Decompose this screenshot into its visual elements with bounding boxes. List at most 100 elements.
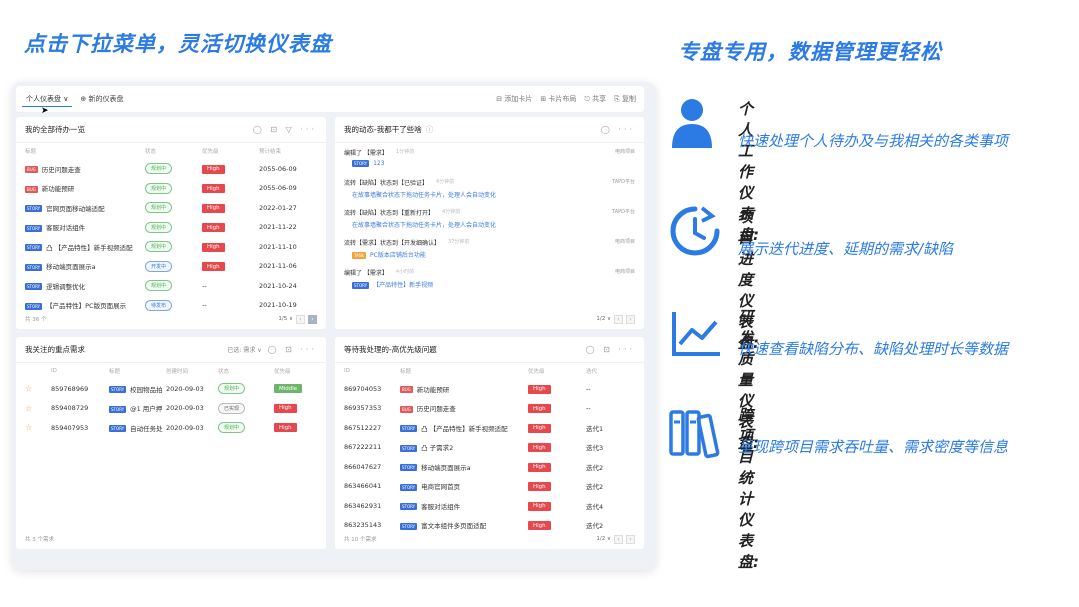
priority-badge: High <box>202 164 225 174</box>
task-title-cell: STORY 官网页面移动端适配 <box>25 203 145 213</box>
due-date: 2021-11-10 <box>259 242 297 251</box>
table-row[interactable]: STORY 移动端页面展示a 开发中 High 2021-11-06 <box>16 257 326 277</box>
card-layout-button[interactable]: ⊞ 卡片布局 <box>540 94 576 104</box>
prev-page-button[interactable]: ‹ <box>296 314 305 324</box>
activity-item[interactable]: 流转【缺陷】状态到【已验证】 4分钟前 TAPD平台 在故事墙聚合状态下拖动任务卡片，… <box>335 175 644 205</box>
table-row[interactable]: BUG 新功能预研 规划中 High 2055-06-09 <box>16 179 326 199</box>
star-icon[interactable]: ☆ <box>25 423 51 432</box>
table-row[interactable]: 863462931 STORY 客服对话组件 High 迭代4 <box>335 496 644 516</box>
table-row[interactable]: 867222211 STORY 凸 子需求2 High 迭代3 <box>335 438 644 458</box>
task-title[interactable]: 官网页面移动端适配 <box>46 205 105 213</box>
table-row[interactable]: ☆ 859407953 STORY 自动任务处 2020-09-03 规划中 High <box>16 418 326 438</box>
activity-target-text[interactable]: 在故事墙聚合状态下拖动任务卡片，处理人会自动变化 <box>352 222 496 229</box>
task-title[interactable]: 客服对话组件 <box>46 224 85 232</box>
focus-filter[interactable]: 已选: 需求 ∨ <box>227 345 261 354</box>
copy-button[interactable]: ⎘ 复制 <box>614 94 636 104</box>
table-row[interactable]: 863466041 STORY 电商官网首页 High 迭代2 <box>335 477 644 497</box>
help-icon[interactable]: ⓘ <box>426 124 434 135</box>
issue-id: 867222211 <box>344 443 382 452</box>
activity-target[interactable]: 在故事墙聚合状态下拖动任务卡片，处理人会自动变化 <box>344 220 635 229</box>
issue-title[interactable]: 历史问题走查 <box>417 405 456 413</box>
next-page-button[interactable]: › <box>626 534 635 544</box>
next-page-button[interactable]: › <box>626 314 635 324</box>
priority-cell: High <box>202 164 259 174</box>
type-tag: BUG <box>400 405 413 413</box>
activity-target-text[interactable]: 【产品特性】新手视频 <box>373 282 433 289</box>
issue-title[interactable]: 凸 【产品特性】新手视频适配 <box>421 425 508 433</box>
status-cell: 规划中 <box>145 241 202 253</box>
issue-title[interactable]: 凸 子需求2 <box>421 444 453 452</box>
issue-title[interactable]: 新功能预研 <box>417 386 450 394</box>
todo-tools-icon[interactable]: ◯ ⊡ ▽ ··· <box>253 125 317 134</box>
status-cell: 规划中 <box>145 221 202 233</box>
star-icon[interactable]: ☆ <box>25 384 51 393</box>
task-title[interactable]: 移动端页面展示a <box>46 263 95 271</box>
task-title[interactable]: 历史问题走查 <box>42 166 81 174</box>
due-date: 2055-06-09 <box>259 184 297 193</box>
activity-page[interactable]: 1/2 ∨ <box>596 316 611 322</box>
activity-time: 37分钟前 <box>448 239 470 245</box>
pending-tools-icon[interactable]: ◯ ⊡ ··· <box>586 345 635 354</box>
share-button[interactable]: ⎋ 共享 <box>584 94 606 104</box>
pending-panel: 等待我处理的-高优先级问题 ◯ ⊡ ··· ID 标题 优先级 迭代 869704… <box>335 337 644 549</box>
table-row[interactable]: STORY 官网页面移动端适配 规划中 High 2022-01-27 <box>16 198 326 218</box>
issue-title[interactable]: 客服对话组件 <box>421 503 460 511</box>
task-title[interactable]: 新功能预研 <box>42 185 75 193</box>
add-card-button[interactable]: ⊟ 添加卡片 <box>496 94 532 104</box>
table-row[interactable]: 869357353 BUG 历史问题走查 High -- <box>335 399 644 419</box>
type-tag: BUG <box>25 185 38 193</box>
todo-page[interactable]: 1/5 ∨ <box>278 316 293 322</box>
priority-badge: High <box>202 262 225 271</box>
item-title[interactable]: 自动任务处 <box>130 425 163 433</box>
issue-id: 869704053 <box>344 384 382 393</box>
activity-target-text[interactable]: 在故事墙聚合状态下拖动任务卡片，处理人会自动变化 <box>352 192 496 199</box>
activity-target[interactable]: TASK PC版本店铺后台功能 <box>344 250 635 259</box>
issue-title[interactable]: 电商官网首页 <box>421 483 460 491</box>
feature-desc: 展示迭代进度、延期的需求/缺陷 <box>738 240 954 258</box>
issue-title-cell: STORY 移动端页面展示a <box>400 462 528 472</box>
left-heading: 点击下拉菜单，灵活切换仪表盘 <box>24 32 332 56</box>
table-row[interactable]: ☆ 859408729 STORY @1 用户押 2020-09-03 已实现 High <box>16 399 326 419</box>
task-title[interactable]: 凸 【产品特性】新手视频适配 <box>46 244 133 252</box>
table-row[interactable]: BUG 历史问题走查 规划中 High 2055-06-09 <box>16 159 326 179</box>
type-tag: STORY <box>25 205 43 213</box>
item-title[interactable]: 校园物品拍 <box>130 386 163 394</box>
dashboard-select[interactable]: 个人仪表盘 ∨ <box>22 92 73 107</box>
focus-tools-icon[interactable]: ◯ ⊡ ··· <box>268 345 317 354</box>
table-row[interactable]: 869704053 BUG 新功能预研 High -- <box>335 379 644 399</box>
activity-target-text[interactable]: 123 <box>373 160 384 167</box>
activity-target[interactable]: STORY 【产品特性】新手视频 <box>344 280 635 289</box>
star-icon[interactable]: ☆ <box>25 404 51 413</box>
table-row[interactable]: STORY 客服对话组件 规划中 High 2021-11-22 <box>16 218 326 238</box>
table-row[interactable]: STORY 凸 【产品特性】新手视频适配 规划中 High 2021-11-10 <box>16 237 326 257</box>
table-row[interactable]: 866047627 STORY 移动端页面展示a High 迭代2 <box>335 457 644 477</box>
item-title[interactable]: @1 用户押 <box>130 405 162 413</box>
next-page-button[interactable]: › <box>308 314 317 324</box>
table-row[interactable]: STORY 逻辑调整优化 规划中 -- 2021-10-24 <box>16 276 326 296</box>
task-title[interactable]: 逻辑调整优化 <box>46 283 85 291</box>
todo-table-header: 标题 状态 优先级 预计结束 <box>25 149 282 155</box>
activity-item[interactable]: 流转【缺陷】状态到【重新打开】 4分钟前 TAPD平台 在故事墙聚合状态下拖动任务卡片… <box>335 205 644 235</box>
table-row[interactable]: 867512227 STORY 凸 【产品特性】新手视频适配 High 迭代1 <box>335 418 644 438</box>
item-id: 859407953 <box>51 423 89 432</box>
issue-title[interactable]: 移动端页面展示a <box>421 464 470 472</box>
created-date: 2020-09-03 <box>166 404 204 413</box>
prev-page-button[interactable]: ‹ <box>614 314 623 324</box>
line-chart-icon <box>672 312 720 356</box>
new-dashboard-button[interactable]: ⊕ 新的仪表盘 <box>80 94 123 104</box>
right-heading: 专盘专用，数据管理更轻松 <box>678 40 942 64</box>
pending-page[interactable]: 1/2 ∨ <box>596 536 611 542</box>
activity-target[interactable]: STORY 123 <box>344 160 635 167</box>
table-row[interactable]: ☆ 859768969 STORY 校园物品拍 2020-09-03 规划中 Middle <box>16 379 326 399</box>
issue-title-cell: STORY 凸 【产品特性】新手视频适配 <box>400 423 528 433</box>
prev-page-button[interactable]: ‹ <box>614 534 623 544</box>
due-date: 2055-06-09 <box>259 164 297 173</box>
activity-item[interactable]: 编辑了 【需求】 1分钟前 电商项目 STORY 123 <box>335 145 644 175</box>
activity-item[interactable]: 编辑了 【需求】 4小时前 电商项目 STORY 【产品特性】新手视频 <box>335 265 644 295</box>
iteration: 迭代2 <box>586 483 604 492</box>
priority-badge: High <box>202 203 225 213</box>
activity-tools-icon[interactable]: ◯ ··· <box>601 125 635 134</box>
activity-target-text[interactable]: PC版本店铺后台功能 <box>370 252 426 259</box>
activity-item[interactable]: 流转【需求】状态到【开发细确认】 37分钟前 电商项目 TASK PC版本店铺后台功能 <box>335 235 644 265</box>
activity-target[interactable]: 在故事墙聚合状态下拖动任务卡片，处理人会自动变化 <box>344 190 635 199</box>
